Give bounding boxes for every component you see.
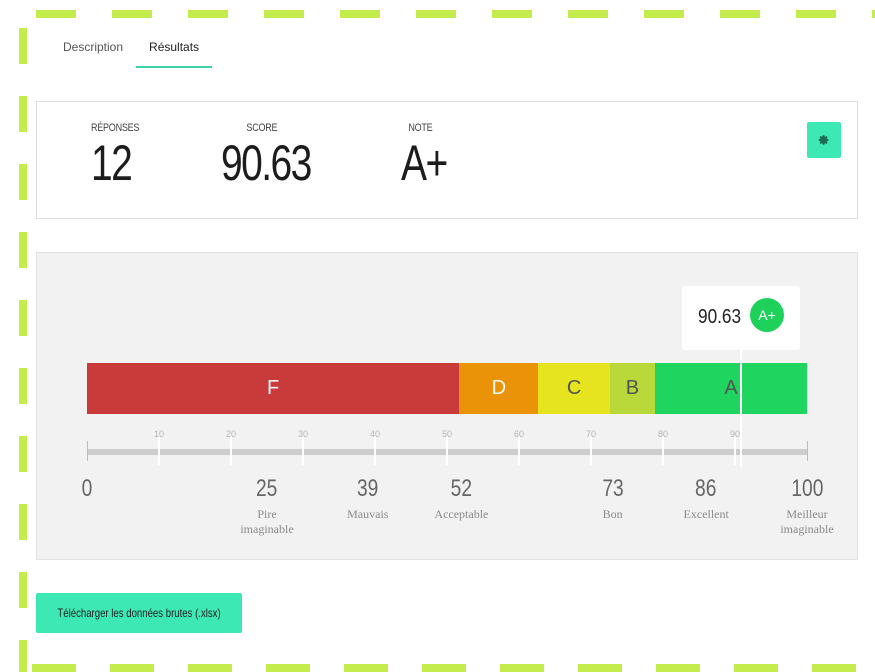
grade-segment-a: A — [655, 363, 807, 414]
axis-tick — [158, 437, 160, 465]
reference-value: 25 — [256, 475, 278, 502]
decorative-dashed-border-left — [19, 28, 27, 672]
axis-tick — [590, 437, 592, 465]
reference-point: 25 Pire imaginable — [240, 475, 293, 537]
grade-segment-c: C — [538, 363, 610, 414]
axis-end-tick — [87, 441, 88, 461]
reference-value: 100 — [790, 475, 824, 502]
reference-label: Meilleur imaginable — [780, 507, 834, 536]
grade-segment-b: B — [609, 363, 656, 414]
grade-segment-f: F — [87, 363, 460, 414]
reference-point: 86 Excellent — [684, 475, 729, 522]
tab-bar: Description Résultats — [50, 38, 213, 68]
reference-value: 39 — [357, 475, 379, 502]
axis-tick — [662, 437, 664, 465]
grade-value: A+ — [401, 135, 448, 191]
download-raw-data-button[interactable]: Télécharger les données brutes (.xlsx) — [36, 593, 242, 633]
grade-metric: NOTE A+ — [401, 122, 460, 190]
score-marker — [740, 339, 742, 467]
grade-bar: FDCBA — [87, 363, 807, 414]
axis-tick — [734, 437, 736, 465]
reference-value: 86 — [695, 475, 717, 502]
score-label: SCORE — [246, 122, 278, 134]
axis-tick — [374, 437, 376, 465]
reference-value: 73 — [601, 475, 624, 502]
scale-axis: 10 20 30 40 50 60 70 80 90 — [87, 429, 808, 465]
reference-value: 52 — [450, 475, 473, 502]
reference-point: 39 Mauvais — [347, 475, 388, 522]
callout-score: 90.63 — [698, 306, 742, 328]
tab-results[interactable]: Résultats — [136, 38, 213, 68]
reference-point: 0 — [80, 475, 93, 503]
reference-value: 0 — [81, 475, 93, 502]
decorative-dashed-border-top — [36, 10, 875, 18]
axis-end-tick — [807, 441, 808, 461]
grade-segment-d: D — [459, 363, 539, 414]
reference-label: Acceptable — [434, 507, 489, 521]
score-metric: SCORE 90.63 — [221, 122, 336, 190]
tab-description[interactable]: Description — [50, 38, 136, 68]
gear-icon — [818, 135, 829, 145]
grade-label: NOTE — [408, 122, 433, 134]
reference-point: 100 Meilleur imaginable — [780, 475, 833, 537]
reference-label: Bon — [602, 507, 623, 521]
reference-label: Mauvais — [347, 507, 389, 521]
decorative-dashed-border-bottom — [32, 664, 875, 672]
reference-label: Excellent — [683, 507, 729, 521]
score-value: 90.63 — [221, 135, 312, 191]
responses-label: RÉPONSES — [91, 122, 140, 134]
settings-button[interactable] — [807, 122, 841, 158]
summary-card: RÉPONSES 12 SCORE 90.63 NOTE A+ — [36, 101, 858, 219]
axis-tick — [230, 437, 232, 465]
callout-grade-badge: A+ — [750, 298, 784, 332]
reference-point: 73 Bon — [599, 475, 626, 522]
reference-label: Pire imaginable — [240, 507, 294, 536]
axis-tick — [518, 437, 520, 465]
responses-metric: RÉPONSES 12 — [91, 122, 150, 190]
responses-value: 12 — [91, 135, 133, 191]
download-label: Télécharger les données brutes (.xlsx) — [57, 606, 221, 620]
axis-tick — [302, 437, 304, 465]
reference-point: 52 Acceptable — [434, 475, 488, 522]
axis-tick — [446, 437, 448, 465]
score-gauge-panel: 90.63 A+ FDCBA 10 20 30 40 50 60 70 80 90 0 25 Pir… — [36, 252, 858, 560]
